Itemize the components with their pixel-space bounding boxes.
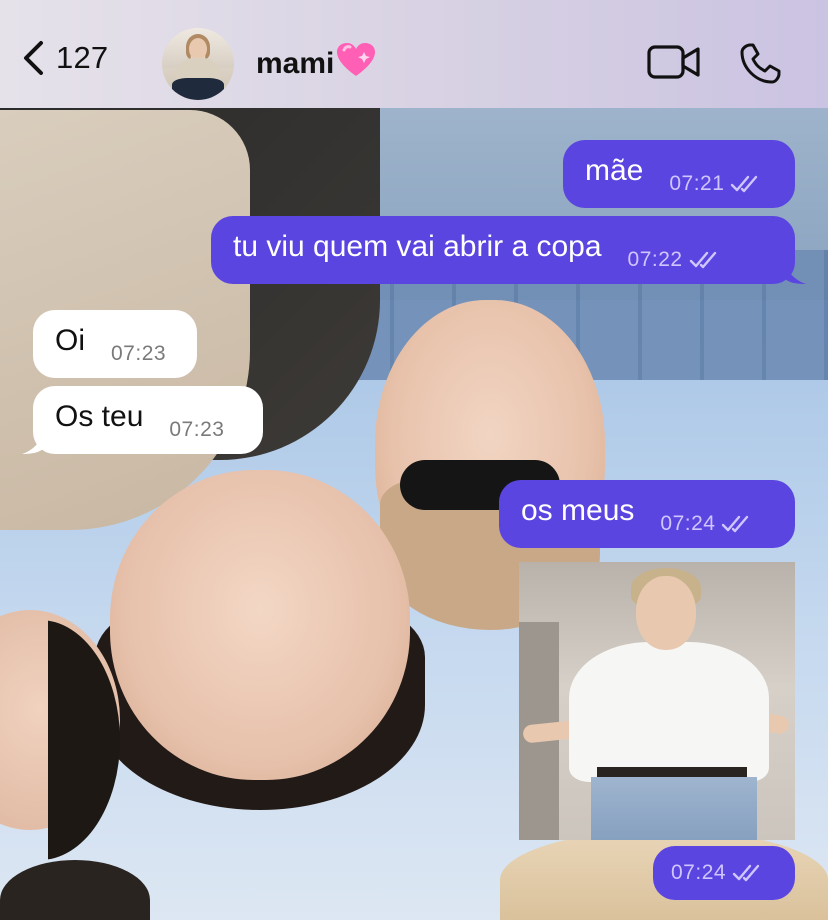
message-meta: 07:22: [628, 248, 719, 272]
bubble-tail-outgoing: [784, 262, 806, 284]
message-meta: 07:24: [671, 861, 762, 885]
video-camera-icon[interactable]: [647, 44, 701, 85]
message-bubble-incoming[interactable]: Oi 07:23: [33, 310, 197, 378]
pink-heart-icon: [336, 42, 376, 86]
message-bubble-outgoing[interactable]: tu viu quem vai abrir a copa 07:22: [211, 216, 795, 284]
message-bubble-outgoing[interactable]: os meus 07:24: [499, 480, 795, 548]
unread-count: 127: [56, 40, 109, 75]
message-time: 07:21: [669, 172, 725, 195]
wallpaper-dark-hair-bottom: [0, 860, 150, 920]
chat-header: 127 mami: [0, 0, 828, 108]
message-time: 07:23: [169, 418, 225, 441]
bubble-tail-incoming: [22, 432, 44, 454]
message-text: Oi: [55, 324, 85, 357]
wallpaper-face-2: [110, 470, 410, 780]
message-meta: 07:23: [169, 418, 224, 442]
message-text: Os teu: [55, 400, 144, 433]
message-meta: 07:21: [669, 172, 760, 196]
double-check-icon: [730, 175, 760, 193]
contact-name: mami: [256, 42, 376, 86]
message-time: 07:22: [627, 248, 683, 271]
double-check-icon: [732, 864, 762, 882]
image-message[interactable]: [519, 562, 795, 840]
message-text: os meus: [521, 494, 635, 527]
message-meta: 07:23: [111, 342, 166, 366]
message-text: mãe: [585, 154, 644, 187]
double-check-icon: [721, 515, 751, 533]
contact-name-text: mami: [256, 47, 335, 80]
message-bubble-incoming[interactable]: Os teu 07:23: [33, 386, 263, 454]
message-text: tu viu quem vai abrir a copa: [233, 230, 602, 263]
message-time: 07:24: [660, 512, 716, 535]
double-check-icon: [689, 251, 719, 269]
chevron-left-icon: [22, 40, 44, 76]
phone-icon[interactable]: [738, 42, 782, 91]
avatar[interactable]: [162, 28, 234, 100]
message-bubble-outgoing[interactable]: mãe 07:21: [563, 140, 795, 208]
message-meta: 07:24: [660, 512, 751, 536]
message-time: 07:24: [671, 861, 727, 884]
contact-info[interactable]: mami: [162, 28, 376, 100]
back-button[interactable]: 127: [22, 40, 108, 76]
message-time: 07:23: [111, 342, 167, 365]
message-bubble-outgoing-timestamp[interactable]: 07:24: [653, 846, 795, 900]
